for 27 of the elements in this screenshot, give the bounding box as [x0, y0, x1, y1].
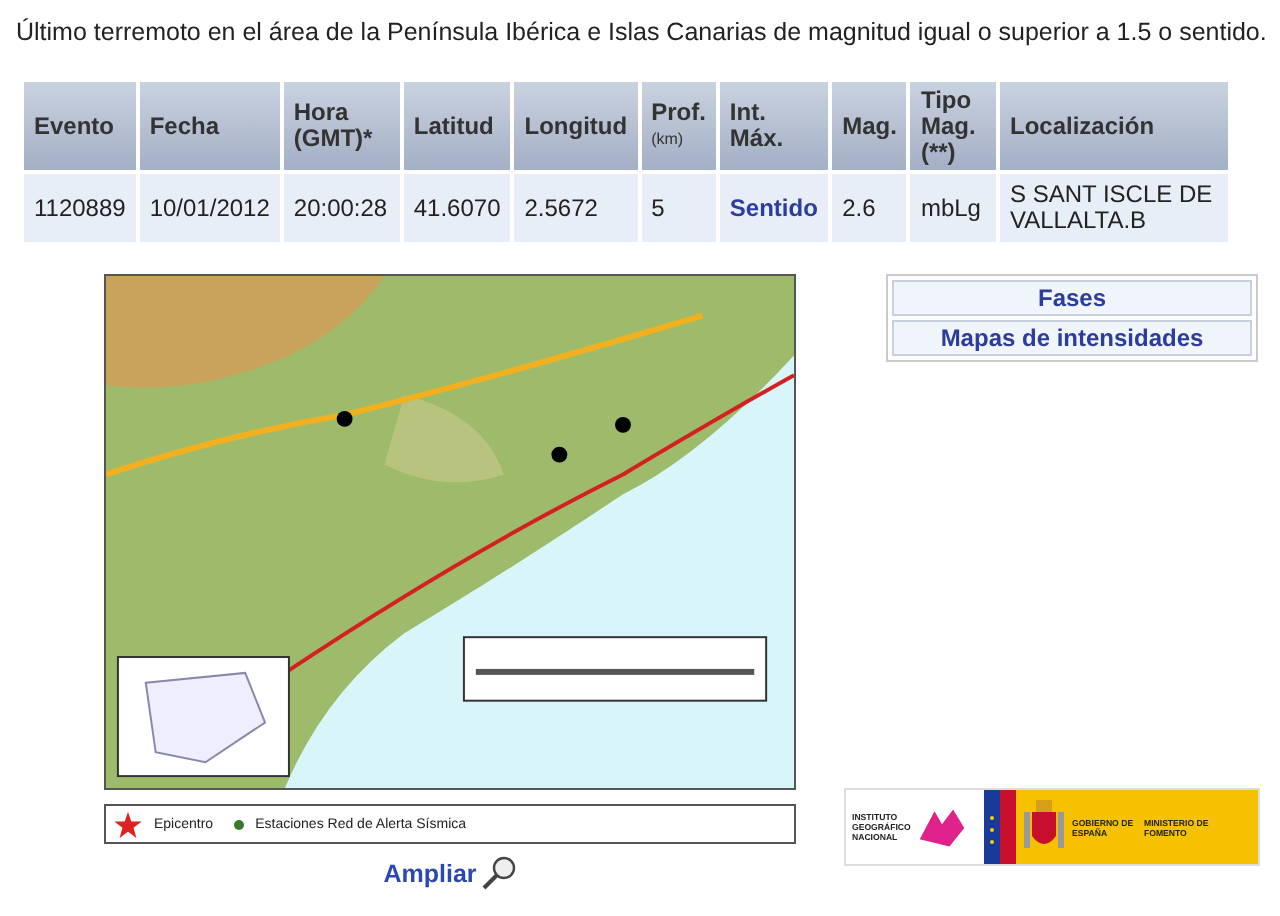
- table-cell: 5: [641, 174, 716, 242]
- table-cell: 41.6070: [403, 174, 511, 242]
- enlarge-link[interactable]: Ampliar: [383, 859, 477, 887]
- table-cell: mbLg: [910, 174, 996, 242]
- table-cell: 2.6: [832, 174, 907, 242]
- column-header: Latitud: [403, 82, 511, 170]
- column-header: Int. Máx.: [719, 82, 829, 170]
- column-header: Longitud: [514, 82, 638, 170]
- column-header: Mag.: [832, 82, 907, 170]
- table-cell: 2.5672: [514, 174, 638, 242]
- column-header: Tipo Mag. (**): [910, 82, 996, 170]
- table-cell: 10/01/2012: [139, 174, 280, 242]
- table-cell: 1120889: [24, 174, 136, 242]
- magnifier-icon: [482, 856, 517, 890]
- page-heading: Último terremoto en el área de la Península Ibérica e Islas Canarias de magnitud igual o superior a 1.5 o sentido.: [16, 18, 1269, 46]
- column-header: Hora (GMT)*: [283, 82, 400, 170]
- dot-icon: [233, 819, 244, 829]
- intensity-link[interactable]: Sentido: [729, 193, 818, 221]
- column-header: Prof. (km): [641, 82, 716, 170]
- column-header: Evento: [24, 82, 136, 170]
- table-cell: 20:00:28: [283, 174, 400, 242]
- column-header: Fecha: [139, 82, 280, 170]
- column-header: Localización: [1000, 82, 1228, 170]
- star-icon: [114, 811, 142, 837]
- table-cell: S SANT ISCLE DE VALLALTA.B: [1000, 174, 1228, 242]
- nav-button[interactable]: Mapas de intensidades: [892, 320, 1252, 356]
- nav-button[interactable]: Fases: [892, 280, 1252, 316]
